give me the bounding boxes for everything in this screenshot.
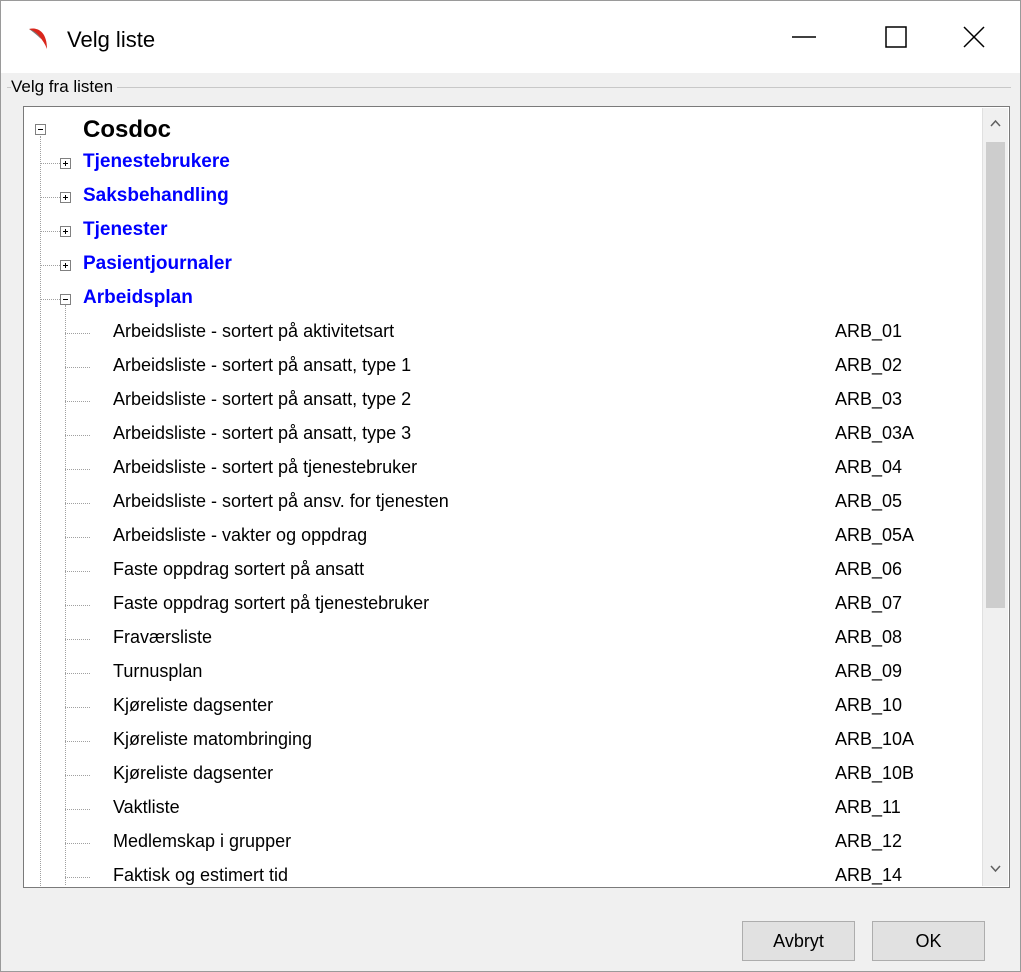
tree-item-name: Faste oppdrag sortert på ansatt [113, 559, 365, 579]
minimize-button[interactable] [758, 1, 850, 73]
tree-connector-line [65, 401, 90, 402]
tree-connector-line [40, 265, 60, 266]
tree-connector-line [65, 503, 90, 504]
tree-item-code: ARB_10 [835, 695, 903, 715]
tree-item-code: ARB_10B [835, 763, 915, 783]
collapse-icon[interactable] [35, 124, 46, 135]
tree-item-code: ARB_12 [835, 831, 903, 851]
close-button[interactable] [928, 1, 1020, 73]
maximize-icon [885, 26, 907, 48]
tree-connector-line [65, 367, 90, 368]
tree-connector-line [65, 435, 90, 436]
collapse-icon[interactable] [60, 294, 71, 305]
tree-category-pasientjournaler[interactable]: Pasientjournaler [83, 253, 232, 275]
tree-connector-line [65, 305, 66, 885]
title-bar[interactable]: Velg liste [1, 1, 1020, 73]
tree-connector-line [65, 333, 90, 334]
tree-item-code: ARB_05 [835, 491, 903, 511]
tree-item-name: Vaktliste [113, 797, 180, 817]
tree-item-name: Medlemskap i grupper [113, 831, 292, 851]
dialog-window: Velg liste Velg fra listen Cosdoc Tjenes… [0, 0, 1021, 972]
tree-connector-line [40, 231, 60, 232]
window-title: Velg liste [67, 27, 156, 52]
tree-item-code: ARB_04 [835, 457, 903, 477]
app-logo-icon [29, 28, 47, 49]
cancel-button[interactable]: Avbryt [742, 921, 855, 961]
expand-icon[interactable] [60, 260, 71, 271]
tree-connector-line [65, 571, 90, 572]
tree-connector-line [40, 163, 60, 164]
tree-connector-line [65, 605, 90, 606]
minimize-icon [792, 36, 816, 38]
vertical-scrollbar[interactable] [983, 108, 1008, 886]
scrollbar-thumb[interactable] [986, 142, 1005, 608]
tree-item-name: Fraværsliste [113, 627, 213, 647]
tree-content: Cosdoc Tjenestebrukere Saksbehandling Tj… [25, 108, 983, 886]
tree-connector-line [65, 639, 90, 640]
tree-item-name: Arbeidsliste - vakter og oppdrag [113, 525, 368, 545]
tree-connector-line [65, 707, 90, 708]
scroll-down-icon[interactable] [990, 863, 1001, 874]
tree-connector-line [40, 299, 60, 300]
tree-root-label[interactable]: Cosdoc [83, 116, 171, 144]
close-icon [963, 26, 985, 48]
tree-item-name: Arbeidsliste - sortert på ansatt, type 2 [113, 389, 412, 409]
tree-connector-line [40, 136, 41, 886]
tree-item-code: ARB_11 [835, 797, 901, 817]
tree-item-code: ARB_05A [835, 525, 915, 545]
tree-item-code: ARB_08 [835, 627, 903, 647]
tree-item-name: Kjøreliste dagsenter [113, 763, 274, 783]
tree-connector-line [40, 197, 60, 198]
tree-connector-line [65, 877, 90, 878]
tree-item-code: ARB_14 [835, 865, 903, 885]
scroll-up-icon[interactable] [990, 118, 1001, 129]
ok-button[interactable]: OK [872, 921, 985, 961]
tree-item-name: Faste oppdrag sortert på tjenestebruker [113, 593, 430, 613]
tree-connector-line [65, 741, 90, 742]
expand-icon[interactable] [60, 158, 71, 169]
tree-item-name: Kjøreliste matombringing [113, 729, 313, 749]
tree-category-tjenestebrukere[interactable]: Tjenestebrukere [83, 151, 230, 173]
tree-view[interactable]: Cosdoc Tjenestebrukere Saksbehandling Tj… [23, 106, 1010, 888]
tree-connector-line [65, 775, 90, 776]
group-box-label: Velg fra listen [11, 77, 118, 97]
tree-item-name: Kjøreliste dagsenter [113, 695, 274, 715]
tree-connector-line [65, 809, 90, 810]
tree-item-name: Arbeidsliste - sortert på ansv. for tjen… [113, 491, 449, 511]
tree-item-code: ARB_01 [835, 321, 903, 341]
tree-connector-line [65, 537, 90, 538]
tree-connector-line [65, 469, 90, 470]
tree-item-code: ARB_07 [835, 593, 903, 613]
tree-item-code: ARB_03 [835, 389, 903, 409]
tree-item-code: ARB_10A [835, 729, 915, 749]
tree-item-name: Arbeidsliste - sortert på tjenestebruker [113, 457, 418, 477]
tree-item-code: ARB_06 [835, 559, 903, 579]
tree-item-name: Arbeidsliste - sortert på ansatt, type 1 [113, 355, 412, 375]
tree-category-tjenester[interactable]: Tjenester [83, 219, 167, 241]
tree-item-code: ARB_02 [835, 355, 903, 375]
tree-connector-line [65, 673, 90, 674]
tree-item-name: Turnusplan [113, 661, 203, 681]
tree-item-name: Arbeidsliste - sortert på ansatt, type 3 [113, 423, 412, 443]
expand-icon[interactable] [60, 192, 71, 203]
tree-item-name: Arbeidsliste - sortert på aktivitetsart [113, 321, 395, 341]
tree-category-arbeidsplan[interactable]: Arbeidsplan [83, 287, 193, 309]
tree-item-code: ARB_09 [835, 661, 903, 681]
tree-category-saksbehandling[interactable]: Saksbehandling [83, 185, 229, 207]
tree-item-name: Faktisk og estimert tid [113, 865, 289, 885]
tree-item-code: ARB_03A [835, 423, 915, 443]
group-box-border [7, 87, 1011, 88]
expand-icon[interactable] [60, 226, 71, 237]
tree-connector-line [65, 843, 90, 844]
